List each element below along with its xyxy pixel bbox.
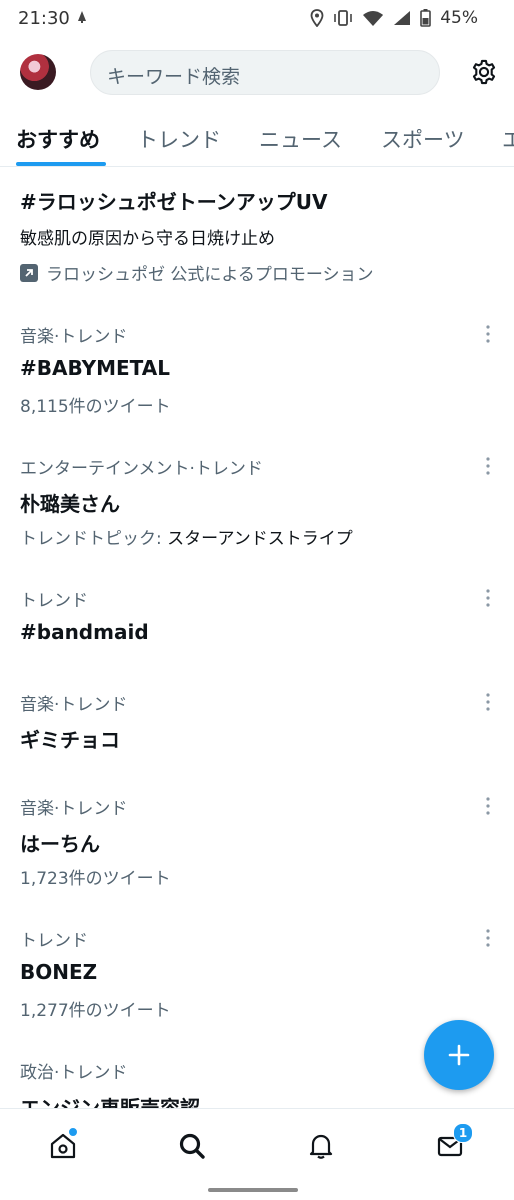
status-time: 21:30 xyxy=(18,8,70,29)
trend-name: ギミチョコ xyxy=(20,728,120,752)
trend-name: はーちん xyxy=(20,832,100,856)
active-tab-indicator xyxy=(16,162,106,166)
promoted-icon xyxy=(20,263,38,282)
wifi-icon xyxy=(363,11,384,26)
profile-avatar[interactable] xyxy=(20,54,56,90)
gear-icon[interactable] xyxy=(470,58,498,86)
trend-topic-value: スターアンドストライプ xyxy=(167,529,353,549)
trend-tweet-count: 8,115件のツイート xyxy=(20,397,171,417)
nav-search[interactable] xyxy=(177,1131,207,1161)
trend-context: 音楽·トレンド xyxy=(20,327,128,347)
messages-badge: 1 xyxy=(453,1123,473,1143)
tab-entertainment[interactable]: エ xyxy=(502,124,514,154)
trend-context: エンターテインメント·トレンド xyxy=(20,459,263,479)
trend-name: #bandmaid xyxy=(20,620,149,644)
more-options-icon[interactable] xyxy=(482,796,494,816)
explore-tabs: おすすめ トレンド ニュース スポーツ エ xyxy=(0,112,514,167)
vibrate-icon xyxy=(334,10,353,26)
status-icons: 45% xyxy=(310,8,478,28)
more-options-icon[interactable] xyxy=(482,692,494,712)
notification-icon xyxy=(78,11,86,23)
trend-name: 朴璐美さん xyxy=(20,492,120,516)
bell-icon xyxy=(309,1134,333,1159)
trend-name: BONEZ xyxy=(20,960,98,984)
more-options-icon[interactable] xyxy=(482,588,494,608)
promo-description: 敏感肌の原因から守る日焼け止め xyxy=(20,229,275,249)
trend-tweet-count: 1,277件のツイート xyxy=(20,1001,171,1021)
tab-trending[interactable]: トレンド xyxy=(137,124,221,154)
trend-topic-label: トレンドトピック: xyxy=(20,529,168,549)
trend-context: トレンド xyxy=(20,931,88,951)
trend-context: 音楽·トレンド xyxy=(20,695,128,715)
location-icon xyxy=(310,9,324,27)
battery-level: 45% xyxy=(440,8,478,28)
battery-icon xyxy=(420,9,432,27)
trend-context: 政治·トレンド xyxy=(20,1063,128,1083)
trend-tweet-count: 1,723件のツイート xyxy=(20,869,171,889)
trend-topic: トレンドトピック: スターアンドストライプ xyxy=(20,524,353,549)
search-icon xyxy=(179,1133,205,1159)
home-unread-dot xyxy=(68,1127,78,1137)
plus-icon xyxy=(448,1044,470,1066)
nav-notifications[interactable] xyxy=(306,1131,336,1161)
more-options-icon[interactable] xyxy=(482,324,494,344)
tab-sports[interactable]: スポーツ xyxy=(381,124,465,154)
compose-button[interactable] xyxy=(424,1020,494,1090)
promoted-trend[interactable]: #ラロッシュポゼトーンアップUV 敏感肌の原因から守る日焼け止め ラロッシュポゼ… xyxy=(0,170,514,290)
tab-news[interactable]: ニュース xyxy=(259,124,342,154)
top-header: キーワード検索 xyxy=(0,40,514,108)
nav-home[interactable] xyxy=(48,1127,78,1161)
nav-messages[interactable]: 1 xyxy=(435,1123,473,1161)
search-placeholder: キーワード検索 xyxy=(107,66,241,88)
promo-byline: ラロッシュポゼ 公式によるプロモーション xyxy=(20,260,374,285)
status-bar: 21:30 45% xyxy=(0,0,514,40)
more-options-icon[interactable] xyxy=(482,456,494,476)
search-input[interactable]: キーワード検索 xyxy=(90,50,440,95)
trend-context: トレンド xyxy=(20,591,88,611)
home-indicator[interactable] xyxy=(208,1188,298,1192)
trend-context: 音楽·トレンド xyxy=(20,799,128,819)
promo-title: #ラロッシュポゼトーンアップUV xyxy=(20,190,328,214)
more-options-icon[interactable] xyxy=(482,928,494,948)
trend-name: #BABYMETAL xyxy=(20,356,170,380)
tab-recommended[interactable]: おすすめ xyxy=(16,124,100,154)
bottom-navigation: 1 xyxy=(0,1108,514,1183)
signal-icon xyxy=(394,11,411,25)
promo-byline-text: ラロッシュポゼ 公式によるプロモーション xyxy=(46,265,374,285)
